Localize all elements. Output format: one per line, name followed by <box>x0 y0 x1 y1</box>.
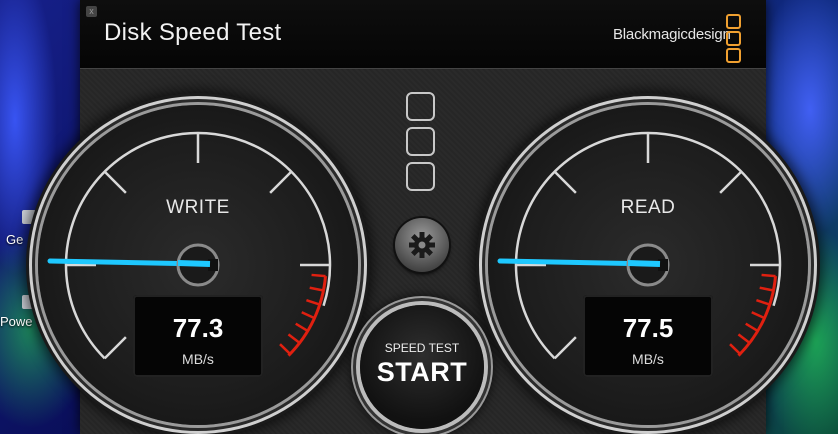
gauge-tick <box>103 170 127 194</box>
read-label: READ <box>620 197 676 218</box>
redzone-tick <box>761 273 776 278</box>
write-unit: MB/s <box>182 351 214 367</box>
start-label: START <box>376 357 468 387</box>
needle-base <box>177 260 211 267</box>
redzone-tick <box>759 286 774 292</box>
redzone-tick <box>756 299 771 306</box>
stacked-squares-icon <box>406 92 436 197</box>
write-value: 77.3 <box>172 313 224 343</box>
gauge-tick <box>719 170 743 194</box>
gear-icon <box>409 232 435 258</box>
read-gauge-dial <box>497 131 782 360</box>
speed-test-label: SPEED TEST <box>384 341 460 355</box>
write-gauge-dial <box>47 131 332 360</box>
redzone-tick <box>729 343 741 355</box>
write-gauge: WRITE 77.3 MB/s <box>38 105 358 425</box>
redzone-tick <box>737 333 751 344</box>
redzone-tick <box>287 333 301 344</box>
read-unit: MB/s <box>632 351 664 367</box>
title-bar[interactable]: x Disk Speed Test Blackmagicdesign <box>80 0 766 69</box>
needle-base <box>627 260 661 267</box>
gauge-tick <box>553 336 577 360</box>
brand-logo-icon <box>726 14 742 65</box>
close-button[interactable]: x <box>86 6 97 17</box>
start-button[interactable]: SPEED TEST START <box>360 305 484 429</box>
redzone-tick <box>306 299 321 306</box>
read-gauge: READ 77.5 MB/s <box>488 105 808 425</box>
drive-icon[interactable] <box>22 295 36 309</box>
redzone-tick <box>295 322 309 332</box>
gauge-tick <box>553 170 577 194</box>
redzone-tick <box>309 286 324 292</box>
desktop-label-1[interactable]: Ge <box>6 232 23 247</box>
settings-button[interactable] <box>395 218 449 272</box>
redzone-tick <box>751 311 765 320</box>
gauge-tick <box>103 336 127 360</box>
app-title: Disk Speed Test <box>104 19 282 46</box>
read-readout: 77.5 MB/s <box>583 295 713 377</box>
brand-name: Blackmagicdesign <box>613 26 731 43</box>
desktop-label-2[interactable]: Powe <box>0 314 33 329</box>
write-label: WRITE <box>166 197 230 218</box>
disk-speed-test-window: x Disk Speed Test Blackmagicdesign WRITE… <box>38 0 808 434</box>
gauge-tick <box>269 170 293 194</box>
redzone-tick <box>301 311 315 320</box>
read-value: 77.5 <box>622 313 674 343</box>
redzone-tick <box>745 322 759 332</box>
drive-icon[interactable] <box>22 210 36 224</box>
redzone-tick <box>311 273 326 278</box>
redzone-tick <box>279 343 291 355</box>
write-readout: 77.3 MB/s <box>133 295 263 377</box>
